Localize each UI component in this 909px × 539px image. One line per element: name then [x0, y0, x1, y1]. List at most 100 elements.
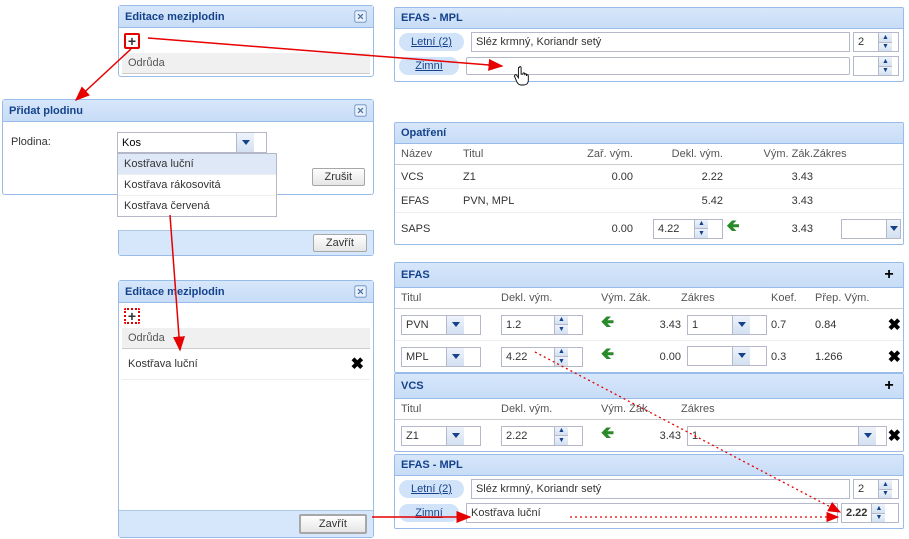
tab-zimni[interactable]: Zimní [399, 57, 459, 75]
panel-title-text: EFAS - MPL [401, 459, 463, 471]
spinner-up-icon[interactable]: ▲ [555, 348, 568, 358]
spinner-up-icon[interactable]: ▲ [879, 480, 892, 490]
panel-vcs: VCS + Titul Dekl. vým. Vým. Zák. Zákres … [394, 373, 904, 452]
cell-koef: 0.3 [771, 351, 815, 363]
spinner-down-icon[interactable]: ▼ [879, 490, 892, 499]
delete-row-icon[interactable]: ✖ [888, 315, 901, 335]
panel-title[interactable]: Přidat plodinu [3, 100, 373, 122]
chevron-down-icon[interactable] [446, 348, 464, 366]
panel-title-text: Přidat plodinu [9, 105, 83, 117]
chevron-down-icon[interactable] [732, 316, 750, 334]
table-row: PVN 1.2 ▲▼ 🡸 3.43 1 0.7 0.84 ✖ [395, 309, 903, 341]
arrow-left-icon[interactable]: 🡸 [601, 425, 614, 442]
panel-title-text: EFAS [401, 269, 430, 281]
panel-title-text: Editace meziplodin [125, 11, 225, 23]
th-titul: Titul [401, 403, 501, 415]
cell-nazev: VCS [401, 171, 463, 183]
titul-select[interactable]: PVN [401, 315, 481, 335]
spinner-down-icon[interactable]: ▼ [555, 325, 568, 334]
zakres-select[interactable]: 1 [687, 426, 887, 446]
th-dekl: Dekl. vým. [501, 292, 601, 304]
add-icon[interactable]: + [881, 267, 897, 283]
th-zakres: Zákres [681, 403, 901, 415]
zakres-select[interactable]: 1 [687, 315, 767, 335]
spinner-up-icon[interactable]: ▲ [879, 57, 892, 67]
titul-select[interactable]: Z1 [401, 426, 481, 446]
spinner-down-icon[interactable]: ▼ [879, 43, 892, 52]
zimni-count-spinner[interactable]: 2.22 ▲▼ [841, 503, 899, 523]
chevron-down-icon[interactable] [858, 427, 876, 445]
cell-dekl: 2.22 [633, 171, 723, 183]
column-header-odruda: Odrůda [128, 57, 165, 69]
cell-vymzak: 3.43 [621, 430, 681, 442]
dropdown-option[interactable]: Kostřava červená [118, 196, 276, 216]
tab-letni[interactable]: Letní (2) [399, 480, 464, 498]
plodina-dropdown-list: Kostřava luční Kostřava rákosovitá Kostř… [117, 153, 277, 217]
cell-vymzak: 3.43 [743, 223, 813, 235]
add-icon[interactable]: + [881, 378, 897, 394]
panel-title[interactable]: Editace meziplodin [119, 6, 373, 28]
spinner-down-icon[interactable]: ▼ [879, 67, 892, 76]
arrow-left-icon[interactable]: 🡸 [727, 218, 740, 235]
dropdown-option[interactable]: Kostřava rákosovitá [118, 175, 276, 196]
th-zakres: Zákres [681, 292, 771, 304]
spinner-down-icon[interactable]: ▼ [695, 229, 708, 238]
dekl-spinner[interactable]: 4.22 ▲▼ [653, 219, 723, 239]
grid-header: Odrůda [122, 328, 370, 349]
panel-title[interactable]: Editace meziplodin [119, 281, 373, 303]
chevron-down-icon[interactable] [446, 427, 464, 445]
table-row: Z1 2.22 ▲▼ 🡸 3.43 1 ✖ [395, 420, 903, 451]
delete-row-icon[interactable]: ✖ [888, 426, 901, 446]
chevron-down-icon[interactable] [886, 220, 900, 238]
close-icon[interactable] [354, 285, 367, 298]
cell-koef: 0.7 [771, 319, 815, 331]
spinner-up-icon[interactable]: ▲ [872, 504, 885, 514]
arrow-left-icon[interactable]: 🡸 [601, 346, 614, 363]
spinner-up-icon[interactable]: ▲ [695, 220, 708, 230]
spinner-up-icon[interactable]: ▲ [555, 427, 568, 437]
zakres-select[interactable] [841, 219, 901, 239]
spinner-down-icon[interactable]: ▼ [872, 514, 885, 523]
chevron-down-icon[interactable] [732, 347, 750, 365]
th-koef: Koef. [771, 292, 815, 304]
spinner-down-icon[interactable]: ▼ [555, 357, 568, 366]
letni-count-spinner[interactable]: 2 ▲▼ [853, 479, 899, 499]
zakres-select[interactable] [687, 346, 767, 366]
add-row-icon[interactable]: + [124, 308, 140, 324]
chevron-down-icon[interactable] [446, 316, 464, 334]
close-button[interactable]: Zavřít [313, 234, 367, 252]
spinner-up-icon[interactable]: ▲ [879, 33, 892, 43]
close-icon[interactable] [354, 104, 367, 117]
cell-prep: 0.84 [815, 319, 888, 331]
arrow-left-icon[interactable]: 🡸 [601, 314, 614, 331]
tab-letni[interactable]: Letní (2) [399, 33, 464, 51]
plodina-input[interactable] [118, 133, 236, 152]
chevron-down-icon[interactable] [236, 133, 254, 152]
plodina-combobox[interactable]: Kostřava luční Kostřava rákosovitá Kostř… [117, 132, 267, 153]
letni-value-field[interactable]: Sléz krmný, Koriandr setý [471, 32, 850, 52]
table-row: EFAS PVN, MPL 5.42 3.43 [395, 189, 903, 213]
letni-value-field[interactable]: Sléz krmný, Koriandr setý [471, 479, 850, 499]
column-header-odruda: Odrůda [128, 332, 165, 344]
spinner-down-icon[interactable]: ▼ [555, 436, 568, 445]
dekl-spinner[interactable]: 1.2 ▲▼ [501, 315, 583, 335]
panel-edit-meziplodin-1: Editace meziplodin + Odrůda [118, 5, 374, 77]
zimni-value-field[interactable]: Kostřava luční [466, 503, 838, 523]
letni-count-spinner[interactable]: 2 ▲▼ [853, 32, 899, 52]
delete-row-icon[interactable]: ✖ [888, 347, 901, 367]
close-button[interactable]: Zavřít [299, 514, 367, 534]
table-row: SAPS 0.00 4.22 ▲▼ 🡸 3.43 [395, 213, 903, 244]
dropdown-option[interactable]: Kostřava luční [118, 154, 276, 175]
spinner-up-icon[interactable]: ▲ [555, 316, 568, 326]
add-row-icon[interactable]: + [124, 33, 140, 49]
titul-select[interactable]: MPL [401, 347, 481, 367]
cancel-button[interactable]: Zrušit [312, 168, 366, 186]
dekl-spinner[interactable]: 2.22 ▲▼ [501, 426, 583, 446]
close-icon[interactable] [354, 10, 367, 23]
zimni-value-field[interactable] [466, 57, 850, 75]
delete-row-icon[interactable]: ✖ [351, 354, 364, 374]
th-titul: Titul [401, 292, 501, 304]
tab-zimni[interactable]: Zimní [399, 504, 459, 522]
zimni-count-spinner[interactable]: ▲▼ [853, 56, 899, 76]
dekl-spinner[interactable]: 4.22 ▲▼ [501, 347, 583, 367]
